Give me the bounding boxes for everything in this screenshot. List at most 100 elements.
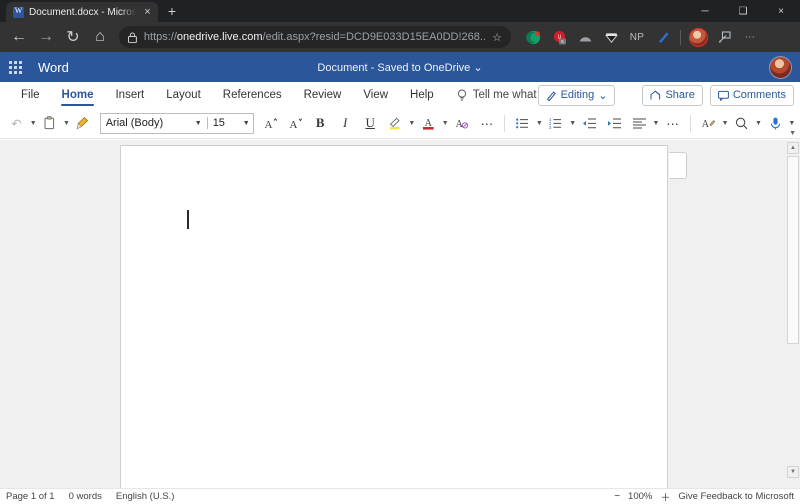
underline-button[interactable]: U: [358, 111, 383, 135]
app-launcher-icon[interactable]: [0, 60, 30, 74]
font-size-chevron-down-icon[interactable]: ▼: [240, 120, 253, 127]
font-color-chevron-down-icon[interactable]: ▼: [441, 111, 449, 135]
font-name-chevron-down-icon[interactable]: ▼: [192, 120, 205, 127]
svg-text:3: 3: [549, 125, 552, 130]
back-icon[interactable]: ←: [6, 25, 32, 49]
font-more-options-icon[interactable]: ⋯: [474, 111, 499, 135]
font-color-icon[interactable]: A: [416, 111, 441, 135]
chevron-down-icon[interactable]: ⌄: [473, 62, 482, 74]
new-tab-button[interactable]: +: [161, 2, 183, 22]
red-badge-extension-icon[interactable]: U 5: [547, 25, 571, 49]
refresh-icon[interactable]: ↻: [60, 25, 86, 49]
paragraph-more-options-icon[interactable]: ⋯: [660, 111, 685, 135]
document-page[interactable]: [120, 145, 668, 488]
page-count[interactable]: Page 1 of 1: [6, 491, 55, 502]
language-indicator[interactable]: English (U.S.): [116, 491, 175, 502]
tab-layout[interactable]: Layout: [155, 82, 212, 108]
status-bar-right: − 100% ＋ Give Feedback to Microsoft: [614, 489, 794, 504]
bold-button[interactable]: B: [308, 111, 333, 135]
align-left-icon[interactable]: [627, 111, 652, 135]
tab-home[interactable]: Home: [51, 82, 105, 108]
scroll-down-icon[interactable]: ▼: [787, 466, 799, 478]
arc-extension-icon[interactable]: [573, 25, 597, 49]
tab-help[interactable]: Help: [399, 82, 445, 108]
grow-font-icon[interactable]: A: [258, 111, 283, 135]
forward-icon[interactable]: →: [33, 25, 59, 49]
tab-insert[interactable]: Insert: [104, 82, 155, 108]
browser-tab[interactable]: Document.docx - Microsoft Word ×: [6, 2, 158, 22]
clear-formatting-icon[interactable]: A: [449, 111, 474, 135]
shrink-font-icon[interactable]: A: [283, 111, 308, 135]
numbering-chevron-down-icon[interactable]: ▼: [568, 111, 576, 135]
avatar-image: [688, 27, 708, 47]
increase-indent-icon[interactable]: [602, 111, 627, 135]
profile-avatar[interactable]: [686, 25, 710, 49]
highlight-icon[interactable]: [383, 111, 408, 135]
scroll-up-icon[interactable]: ▲: [787, 142, 799, 154]
tab-view[interactable]: View: [352, 82, 399, 108]
styles-chevron-down-icon[interactable]: ▼: [721, 111, 729, 135]
editing-mode-button[interactable]: Editing ⌄: [537, 84, 616, 106]
np-extension-icon[interactable]: NP: [625, 25, 649, 49]
collections-icon[interactable]: [712, 25, 736, 49]
green-crescent-extension-icon[interactable]: [521, 25, 545, 49]
maximize-button[interactable]: ❑: [724, 0, 762, 22]
bullets-chevron-down-icon[interactable]: ▼: [535, 111, 543, 135]
close-tab-icon[interactable]: ×: [141, 6, 154, 19]
close-window-button[interactable]: ×: [762, 0, 800, 22]
url-domain: onedrive.live.com: [176, 31, 263, 43]
more-label: ⋯: [744, 31, 756, 43]
numbering-icon[interactable]: 1 2 3: [543, 111, 568, 135]
styles-icon[interactable]: A: [696, 111, 721, 135]
vertical-scrollbar[interactable]: ▲ ▼: [786, 140, 800, 488]
align-chevron-down-icon[interactable]: ▼: [652, 111, 660, 135]
tab-file[interactable]: File: [10, 82, 51, 108]
find-chevron-down-icon[interactable]: ▼: [754, 111, 762, 135]
font-controls: Arial (Body) ▼ 15 ▼: [99, 112, 254, 134]
undo-icon[interactable]: ↶: [4, 111, 29, 135]
format-painter-icon[interactable]: [71, 111, 96, 135]
font-name-input[interactable]: Arial (Body): [101, 117, 192, 129]
address-bar[interactable]: https://onedrive.live.com/edit.aspx?resi…: [119, 26, 511, 48]
comments-label: Comments: [732, 89, 786, 101]
home-icon[interactable]: ⌂: [87, 25, 113, 49]
document-name[interactable]: Document: [317, 62, 367, 74]
blue-pen-extension-icon[interactable]: [651, 25, 675, 49]
zoom-in-button[interactable]: ＋: [660, 489, 670, 504]
document-title-bar: Document - Saved to OneDrive ⌄: [0, 61, 800, 74]
zoom-level[interactable]: 100%: [628, 491, 652, 502]
bullets-icon[interactable]: [510, 111, 535, 135]
word-brand-label[interactable]: Word: [38, 60, 69, 75]
undo-chevron-down-icon[interactable]: ▼: [29, 111, 37, 135]
svg-text:A: A: [289, 119, 297, 131]
comments-button[interactable]: Comments: [709, 84, 794, 106]
browser-more-menu-icon[interactable]: ⋯: [738, 25, 762, 49]
waffle-grid: [8, 60, 22, 74]
font-size-input[interactable]: 15: [206, 117, 240, 129]
comment-icon: [717, 90, 729, 101]
paste-chevron-down-icon[interactable]: ▼: [62, 111, 70, 135]
save-status[interactable]: Saved to OneDrive: [377, 62, 470, 74]
find-icon[interactable]: [729, 111, 754, 135]
word-account-avatar[interactable]: [769, 55, 792, 79]
word-count[interactable]: 0 words: [69, 491, 102, 502]
decrease-indent-icon[interactable]: [577, 111, 602, 135]
bookmark-star-icon[interactable]: ☆: [492, 31, 502, 44]
share-button[interactable]: Share: [642, 84, 703, 106]
document-canvas: ▲ ▼: [0, 140, 800, 488]
scrollbar-thumb[interactable]: [787, 156, 799, 344]
toolbar-divider: [690, 114, 691, 132]
dictate-icon[interactable]: [763, 111, 788, 135]
comments-pane-handle[interactable]: [669, 152, 687, 179]
browser-tab-title: Document.docx - Microsoft Word: [29, 6, 136, 18]
italic-button[interactable]: I: [333, 111, 358, 135]
paste-icon[interactable]: [37, 111, 62, 135]
feedback-link[interactable]: Give Feedback to Microsoft: [678, 491, 794, 502]
highlight-chevron-down-icon[interactable]: ▼: [408, 111, 416, 135]
collapse-ribbon-icon[interactable]: ▼: [789, 130, 796, 137]
zoom-out-button[interactable]: −: [614, 491, 620, 502]
diamond-extension-icon[interactable]: [599, 25, 623, 49]
tab-references[interactable]: References: [212, 82, 293, 108]
tab-review[interactable]: Review: [293, 82, 353, 108]
minimize-button[interactable]: ─: [686, 0, 724, 22]
